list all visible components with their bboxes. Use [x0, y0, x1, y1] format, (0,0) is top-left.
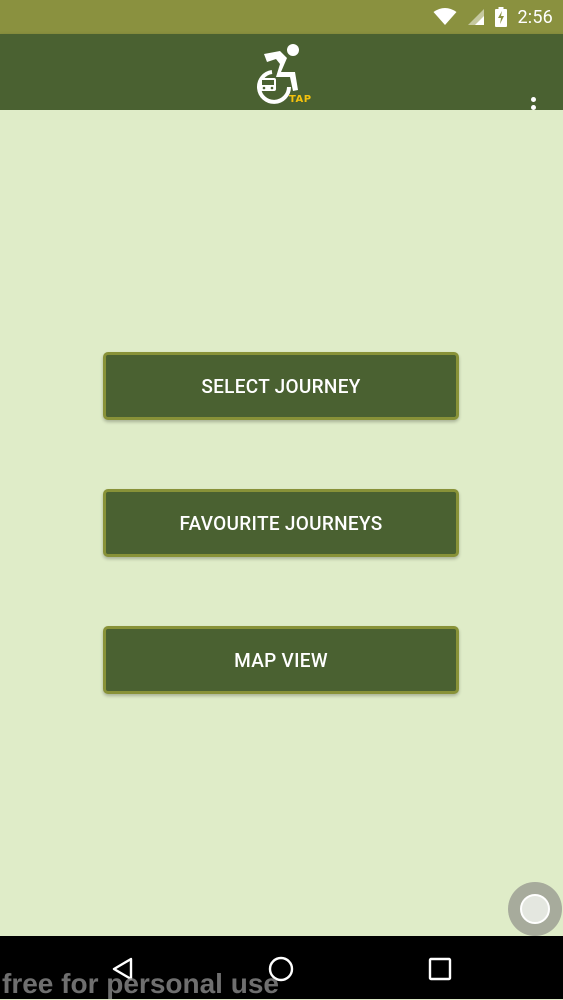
status-bar: 2:56	[0, 0, 563, 34]
logo-text: TAP	[289, 94, 312, 105]
assistive-touch-icon	[520, 894, 550, 924]
menu-dot	[530, 104, 536, 110]
recents-icon[interactable]	[427, 956, 453, 982]
select-journey-button[interactable]: SELECT JOURNEY	[103, 352, 459, 420]
status-icons: 2:56	[433, 0, 553, 34]
watermark-text: free for personal use	[2, 968, 279, 999]
map-view-button[interactable]: MAP VIEW	[103, 626, 459, 694]
favourite-journeys-button[interactable]: FAVOURITE JOURNEYS	[103, 489, 459, 557]
assistive-touch-button[interactable]	[508, 882, 562, 936]
menu-dot	[530, 96, 536, 102]
battery-charging-icon	[495, 7, 508, 27]
wifi-icon	[433, 8, 457, 25]
cellular-signal-icon	[468, 9, 485, 25]
app-bar: TAP	[0, 34, 563, 118]
status-time: 2:56	[517, 6, 553, 28]
